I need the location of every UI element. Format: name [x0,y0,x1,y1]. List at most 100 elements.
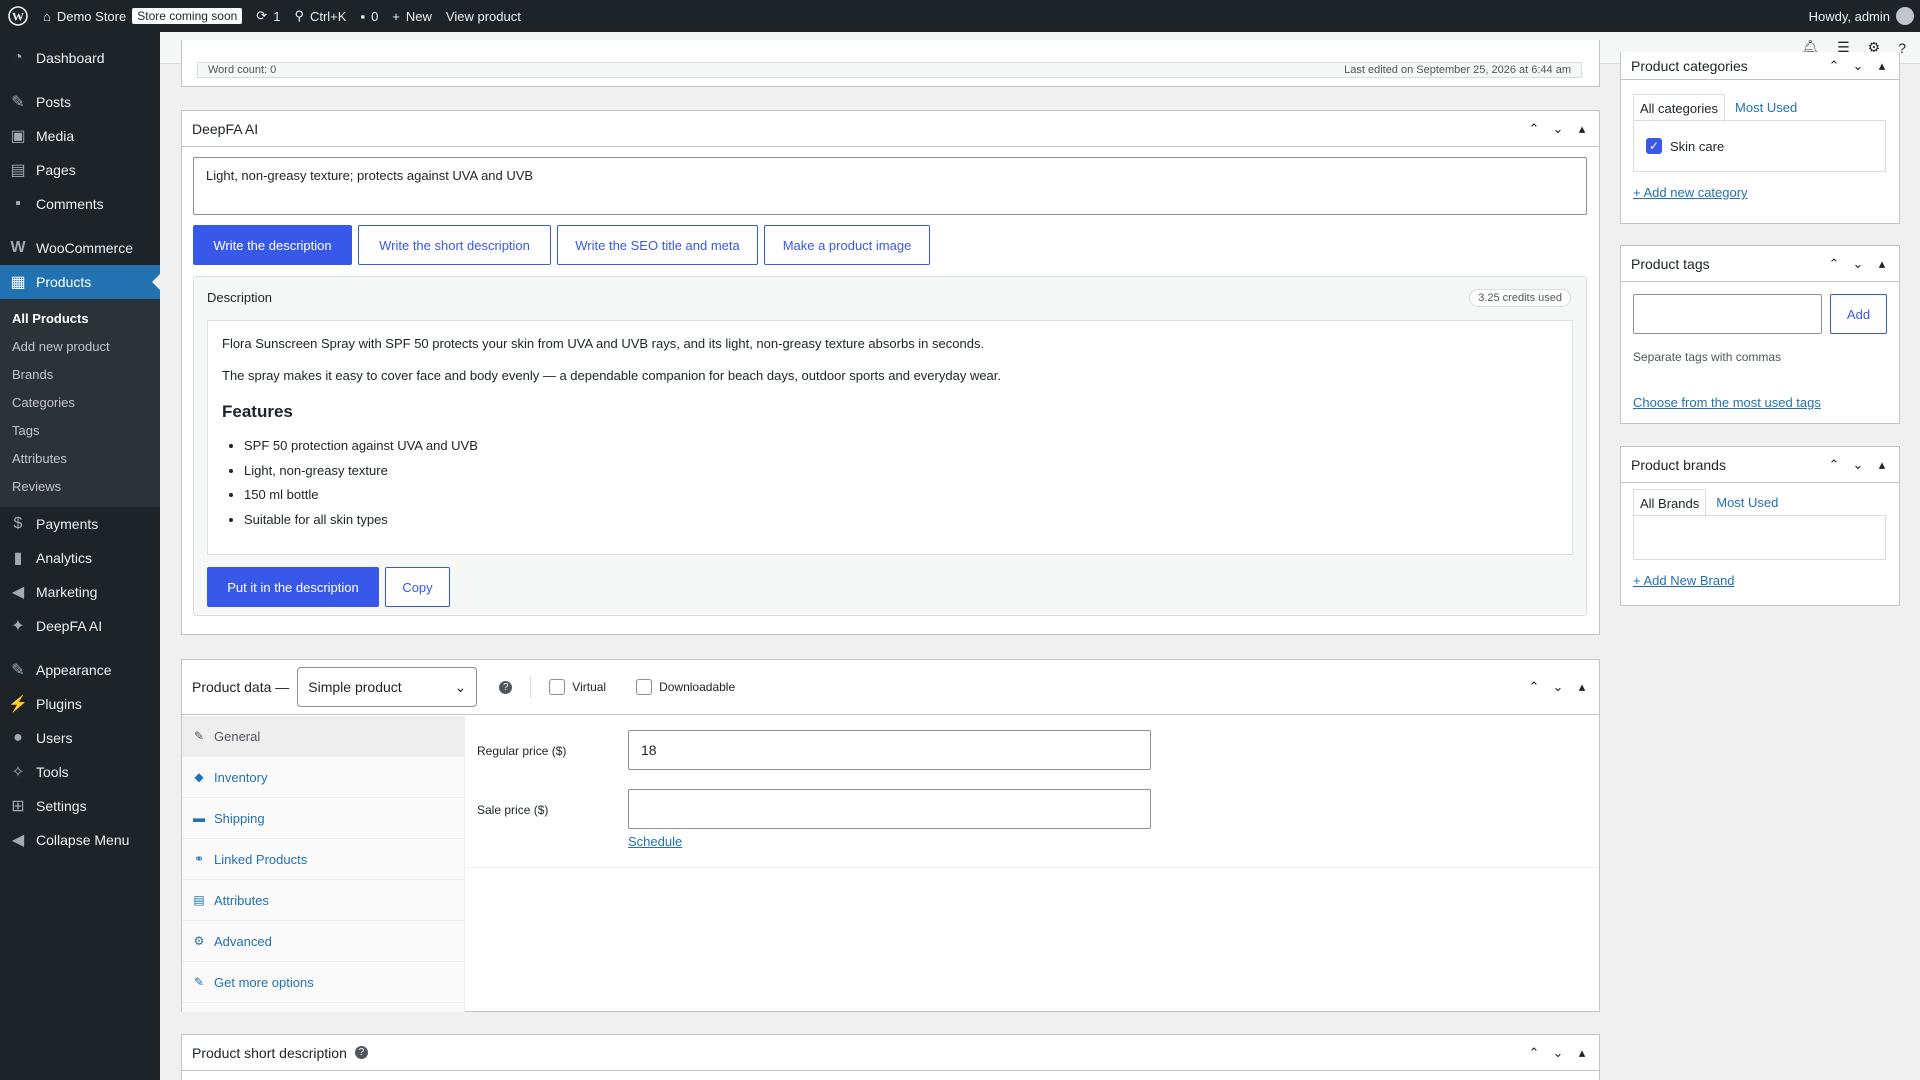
site-name-link[interactable]: ⌂ Demo Store Store coming soon [36,0,249,32]
menu-collapse[interactable]: ◀ Collapse Menu [0,823,160,857]
brands-panel: Product brands ⌃ ⌄ ▴ All Brands Most Use… [1620,446,1900,606]
menu-users[interactable]: ● Users [0,721,160,755]
description-paragraph: The spray makes it easy to cover face an… [222,368,1002,383]
comments-count: 0 [371,8,379,24]
help-icon[interactable]: ? [354,1046,368,1059]
write-seo-button[interactable]: Write the SEO title and meta [557,225,758,265]
move-down-icon[interactable]: ⌄ [1551,679,1565,695]
submenu-brands[interactable]: Brands [0,361,160,389]
menu-analytics[interactable]: ▮ Analytics [0,541,160,575]
panel-title: Product short description [192,1044,347,1061]
add-new-category-link[interactable]: + Add new category [1633,185,1748,200]
product-type-select[interactable]: Simple product ⌄ [297,667,478,707]
link-icon: ⚭ [193,852,205,866]
move-up-icon[interactable]: ⌃ [1827,58,1841,74]
put-in-description-button[interactable]: Put it in the description [207,567,379,607]
make-product-image-button[interactable]: Make a product image [764,225,930,265]
tab-shipping[interactable]: ▬ Shipping [182,798,464,839]
downloadable-checkbox-box[interactable] [636,679,653,695]
choose-most-used-tags-link[interactable]: Choose from the most used tags [1633,395,1821,410]
submenu-all-products[interactable]: All Products [0,305,160,333]
add-tag-button[interactable]: Add [1830,294,1887,334]
move-up-icon[interactable]: ⌃ [1527,121,1541,137]
write-description-button[interactable]: Write the description [193,225,352,265]
tab-inventory[interactable]: ◆ Inventory [182,757,464,798]
skin-care-checkbox[interactable]: ✓ [1646,138,1662,154]
wrench-icon: ✎ [193,729,205,743]
move-down-icon[interactable]: ⌄ [1851,457,1865,473]
downloadable-label: Downloadable [659,680,736,694]
menu-media[interactable]: ▣ Media [0,119,160,153]
tab-most-used[interactable]: Most Used [1729,94,1803,123]
site-name: Demo Store [56,8,127,24]
add-new-brand-link[interactable]: + Add New Brand [1633,573,1735,588]
updates-link[interactable]: ⟳ 1 [249,0,287,32]
move-down-icon[interactable]: ⌄ [1851,58,1865,74]
menu-marketing[interactable]: ◀ Marketing [0,575,160,609]
menu-comments[interactable]: ▪ Comments [0,187,160,221]
move-up-icon[interactable]: ⌃ [1827,256,1841,272]
howdy-label: Howdy, admin [1808,8,1890,24]
product-type-value: Simple product [308,679,402,695]
submenu-reviews[interactable]: Reviews [0,473,160,501]
menu-dashboard[interactable]: ◔ Dashboard [0,41,160,75]
toggle-panel-icon[interactable]: ▴ [1875,457,1889,473]
tab-all-categories[interactable]: All categories [1633,94,1726,123]
copy-button[interactable]: Copy [385,567,450,607]
description-paragraph: Flora Sunscreen Spray with SPF 50 protec… [222,336,985,351]
submenu-categories[interactable]: Categories [0,389,160,417]
deepfa-prompt-textarea[interactable]: Light, non-greasy texture; protects agai… [193,157,1587,215]
help-icon[interactable]: ? [499,680,513,694]
menu-pages[interactable]: ▤ Pages [0,153,160,187]
tab-advanced[interactable]: ⚙ Advanced [182,921,464,962]
menu-deepfa[interactable]: ✦ DeepFA AI [0,609,160,643]
move-down-icon[interactable]: ⌄ [1551,1045,1565,1061]
toggle-panel-icon[interactable]: ▴ [1875,256,1889,272]
short-description-header: Product short description ? ⌃ ⌄ ▴ [182,1035,1599,1071]
regular-price-input[interactable]: 18 [628,730,1151,770]
move-down-icon[interactable]: ⌄ [1851,256,1865,272]
menu-settings[interactable]: ⊞ Settings [0,789,160,823]
tab-linked-products[interactable]: ⚭ Linked Products [182,839,464,880]
submenu-add-new-product[interactable]: Add new product [0,333,160,361]
schedule-link[interactable]: Schedule [628,834,682,849]
menu-posts[interactable]: ✎ Posts [0,85,160,119]
category-tabs: All categories Most Used [1633,94,1803,123]
submenu-tags[interactable]: Tags [0,417,160,445]
tab-all-brands[interactable]: All Brands [1633,489,1707,518]
move-up-icon[interactable]: ⌃ [1527,679,1541,695]
toggle-panel-icon[interactable]: ▴ [1875,58,1889,74]
brand-tabs: All Brands Most Used [1633,489,1784,518]
tab-general[interactable]: ✎ General [182,716,464,757]
new-content-link[interactable]: + New [385,0,439,32]
sale-price-input[interactable] [628,789,1151,829]
menu-tools[interactable]: ✧ Tools [0,755,160,789]
svg-text:W: W [12,10,24,24]
toggle-panel-icon[interactable]: ▴ [1575,121,1589,137]
menu-payments[interactable]: $ Payments [0,507,160,541]
write-short-description-button[interactable]: Write the short description [358,225,551,265]
menu-woocommerce[interactable]: W WooCommerce [0,231,160,265]
menu-appearance[interactable]: ✎ Appearance [0,653,160,687]
wordpress-logo-icon[interactable]: W [0,0,36,32]
downloadable-checkbox[interactable]: Downloadable [636,679,735,695]
toggle-panel-icon[interactable]: ▴ [1575,679,1589,695]
account-menu[interactable]: Howdy, admin [1802,0,1920,32]
tab-get-more-options[interactable]: ✎ Get more options [182,962,464,1003]
move-up-icon[interactable]: ⌃ [1527,1045,1541,1061]
comments-link[interactable]: ▪ 0 [353,0,385,32]
submenu-attributes[interactable]: Attributes [0,445,160,473]
menu-products[interactable]: ▦ Products [0,265,160,299]
view-product-link[interactable]: View product [439,0,528,32]
tag-input[interactable] [1633,294,1822,334]
virtual-checkbox-box[interactable] [549,679,566,695]
move-up-icon[interactable]: ⌃ [1827,457,1841,473]
menu-plugins[interactable]: ⚡ Plugins [0,687,160,721]
move-down-icon[interactable]: ⌄ [1551,121,1565,137]
tab-attributes[interactable]: ▤ Attributes [182,880,464,921]
command-palette-link[interactable]: ⚲ Ctrl+K [287,0,353,32]
tab-most-used[interactable]: Most Used [1710,489,1784,518]
dashboard-icon: ◔ [13,49,23,66]
toggle-panel-icon[interactable]: ▴ [1575,1045,1589,1061]
virtual-checkbox[interactable]: Virtual [549,679,606,695]
